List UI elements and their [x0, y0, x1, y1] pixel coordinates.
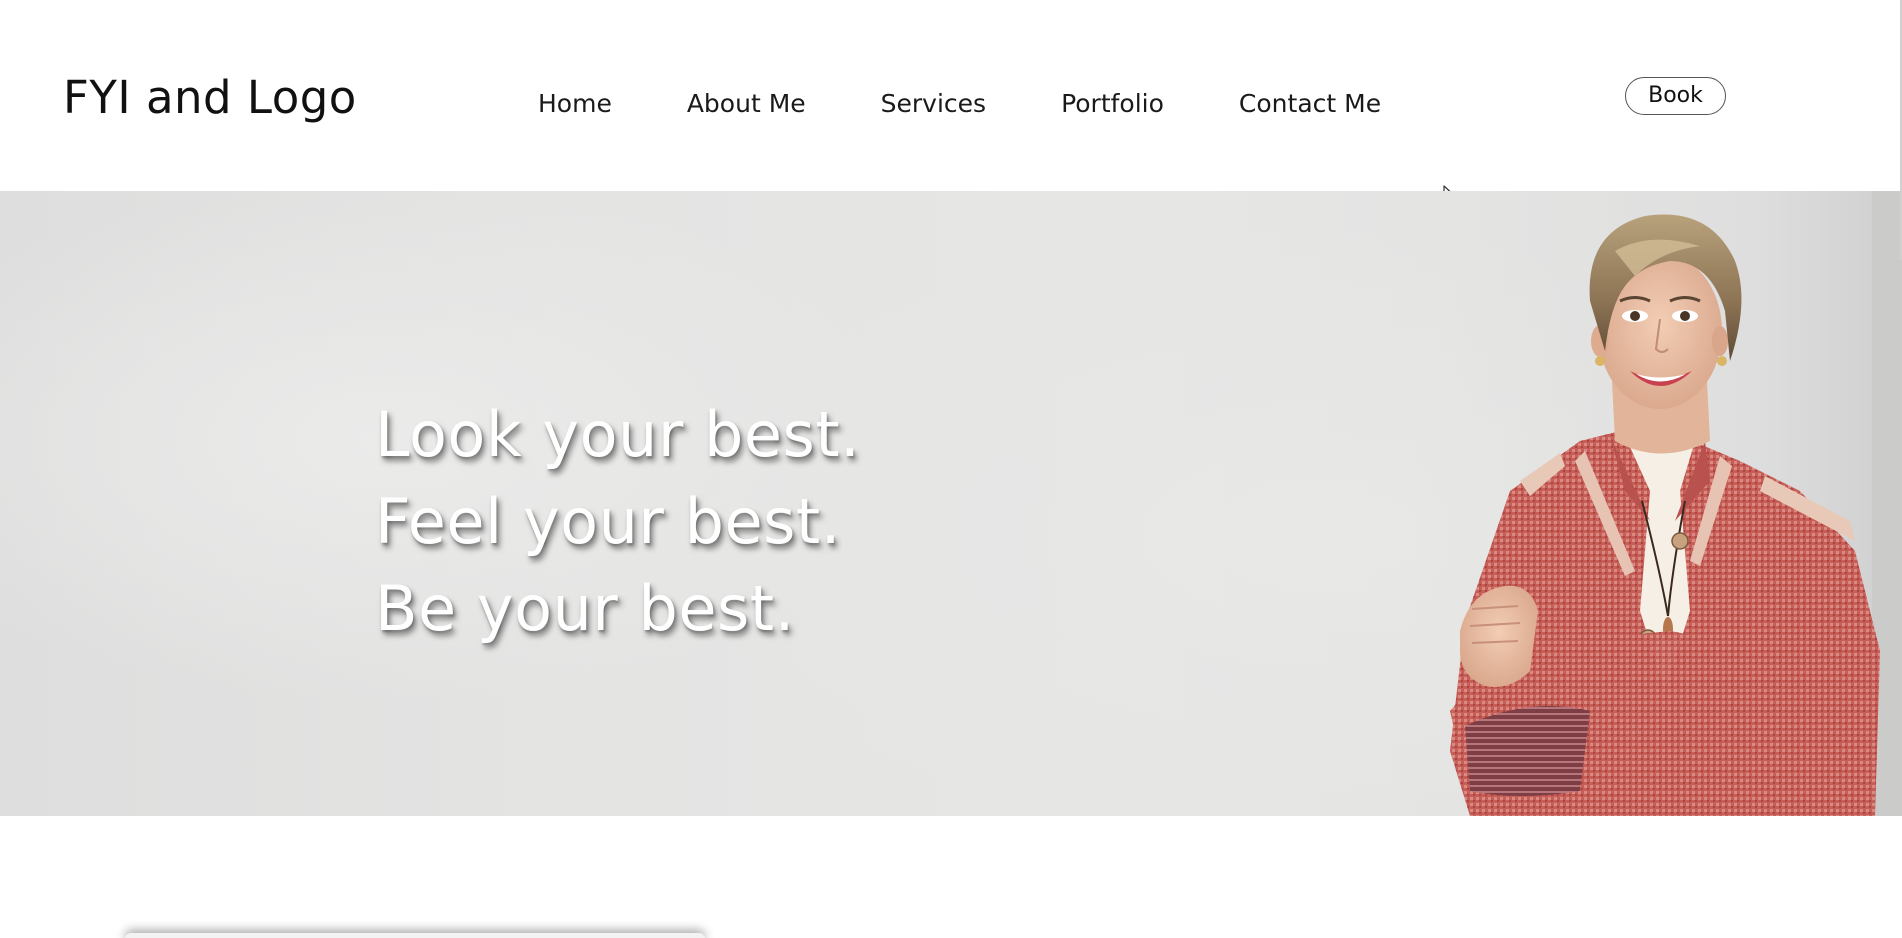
site-header: FYI and Logo Home About Me Services Port…: [0, 0, 1902, 206]
nav-item-portfolio[interactable]: Portfolio: [1061, 84, 1164, 124]
hero-portrait-image: [1410, 191, 1902, 816]
hero-banner: Look your best. Feel your best. Be your …: [0, 191, 1902, 816]
hero-line-2: Feel your best.: [375, 485, 841, 558]
hero-tagline: Look your best. Feel your best. Be your …: [375, 391, 860, 652]
nav-item-home[interactable]: Home: [538, 84, 612, 124]
main-nav: Home About Me Services Portfolio Contact…: [538, 84, 1381, 124]
book-button[interactable]: Book: [1625, 77, 1726, 115]
nav-item-about-me[interactable]: About Me: [687, 84, 806, 124]
nav-item-services[interactable]: Services: [881, 84, 986, 124]
nav-item-contact-me[interactable]: Contact Me: [1239, 84, 1381, 124]
card-top-edge: [125, 933, 705, 938]
hero-line-1: Look your best.: [375, 398, 861, 471]
hero-line-3: Be your best.: [375, 572, 795, 645]
content-section: [0, 816, 1902, 938]
site-logo[interactable]: FYI and Logo: [63, 68, 357, 128]
page: FYI and Logo Home About Me Services Port…: [0, 0, 1902, 938]
